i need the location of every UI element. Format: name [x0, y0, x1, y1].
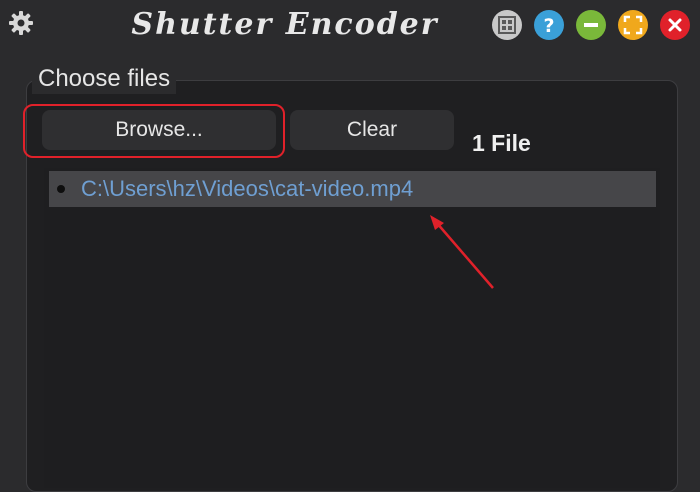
minimize-button[interactable] — [576, 10, 606, 40]
file-count-label: 1 File — [472, 130, 531, 156]
pointer-arrow-annotation — [430, 215, 494, 289]
close-button[interactable] — [660, 10, 690, 40]
close-icon — [668, 18, 682, 32]
help-button[interactable]: ? — [534, 10, 564, 40]
maximize-button[interactable] — [618, 10, 648, 40]
windows-icon — [498, 16, 516, 34]
browse-highlight-annotation — [23, 104, 285, 158]
file-path: C:\Users\hz\Videos\cat-video.mp4 — [81, 176, 414, 201]
app-title: Shutter Encoder — [131, 7, 439, 42]
clear-button[interactable]: Clear — [290, 110, 454, 150]
list-item[interactable]: C:\Users\hz\Videos\cat-video.mp4 — [49, 171, 656, 207]
panel-title: Choose files — [32, 64, 177, 94]
bullet-icon — [57, 185, 65, 193]
gear-icon[interactable] — [8, 10, 34, 36]
expand-icon — [623, 15, 643, 35]
svg-text:?: ? — [543, 15, 554, 35]
file-list[interactable]: C:\Users\hz\Videos\cat-video.mp4 — [44, 168, 660, 488]
minimize-to-tray-button[interactable] — [492, 10, 522, 40]
question-icon: ? — [543, 15, 554, 35]
minus-icon — [584, 23, 598, 27]
title-bar: Shutter Encoder ? — [0, 0, 700, 50]
